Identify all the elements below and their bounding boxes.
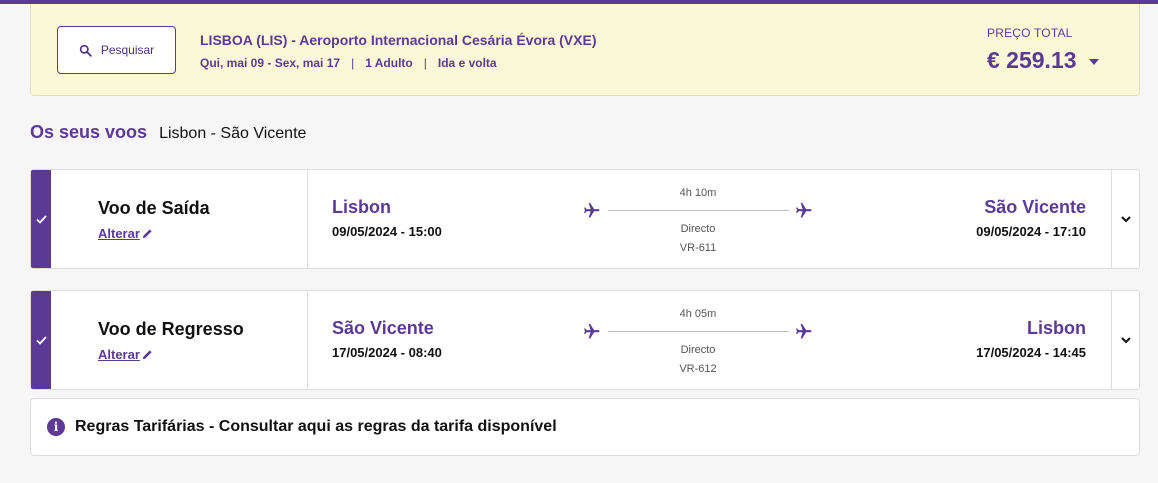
search-button-label: Pesquisar: [100, 43, 155, 57]
total-price-label: PREÇO TOTAL: [987, 26, 1073, 40]
trip-route: LISBOA (LIS) - Aeroporto Internacional C…: [200, 32, 597, 48]
flight-number: VR-611: [679, 242, 717, 254]
trip-summary-panel: Pesquisar LISBOA (LIS) - Aeroporto Inter…: [30, 4, 1140, 96]
trip-dates: Qui, mai 09 - Sex, mai 17: [200, 56, 341, 70]
departure-datetime: 17/05/2024 - 08:40: [332, 345, 442, 360]
leg-title: Voo de Regresso: [98, 319, 244, 339]
arrival-datetime: 17/05/2024 - 14:45: [976, 345, 1086, 360]
trip-type: Ida e volta: [437, 56, 497, 70]
outbound-flight-card: Voo de Saída Alterar Lisbon 09/05/2024 -…: [30, 169, 1140, 269]
selected-indicator: [31, 170, 51, 268]
departure-datetime: 09/05/2024 - 15:00: [332, 224, 442, 239]
divider: [307, 291, 308, 389]
return-flight-card: Voo de Regresso Alterar São Vicente 17/0…: [30, 290, 1140, 390]
trip-meta: Qui, mai 09 - Sex, mai 17 | 1 Adulto | I…: [200, 56, 497, 70]
divider: [1111, 291, 1112, 389]
chevron-down-icon[interactable]: [1120, 334, 1132, 346]
chevron-down-icon[interactable]: [1120, 213, 1132, 225]
route-line: [608, 210, 789, 211]
separator: |: [423, 56, 427, 70]
divider: [1111, 170, 1112, 268]
fare-rules-text: Regras Tarifárias - Consultar aqui as re…: [75, 418, 557, 435]
info-icon: i: [47, 418, 65, 436]
caret-down-icon: [1088, 59, 1099, 65]
plane-departure-icon: [584, 323, 600, 339]
plane-departure-icon: [584, 202, 600, 218]
change-flight-link[interactable]: Alterar: [98, 226, 153, 241]
search-icon: [79, 44, 92, 57]
flight-stops: Directo: [680, 344, 716, 356]
change-label: Alterar: [98, 226, 140, 241]
check-icon: [35, 335, 47, 345]
origin-city: Lisbon: [332, 197, 391, 217]
pencil-icon: [142, 350, 152, 360]
flight-number: VR-612: [679, 363, 717, 375]
total-price-value: € 259.13: [987, 47, 1077, 73]
route-line: [608, 331, 789, 332]
destination-city: Lisbon: [1027, 318, 1086, 338]
change-label: Alterar: [98, 347, 140, 362]
search-button[interactable]: Pesquisar: [57, 26, 176, 74]
leg-title: Voo de Saída: [98, 198, 210, 218]
check-icon: [35, 214, 47, 224]
section-title: Os seus voos: [30, 122, 148, 142]
plane-arrival-icon: [796, 323, 812, 339]
trip-passengers: 1 Adulto: [365, 56, 413, 70]
pencil-icon: [142, 229, 152, 239]
origin-city: São Vicente: [332, 318, 434, 338]
change-flight-link[interactable]: Alterar: [98, 347, 153, 362]
selected-indicator: [31, 291, 51, 389]
fare-rules-link[interactable]: i Regras Tarifárias - Consultar aqui as …: [30, 398, 1140, 456]
flight-stops: Directo: [680, 223, 716, 235]
divider: [307, 170, 308, 268]
destination-city: São Vicente: [984, 197, 1086, 217]
flight-duration: 4h 10m: [679, 187, 717, 199]
plane-arrival-icon: [796, 202, 812, 218]
flight-duration: 4h 05m: [679, 308, 717, 320]
total-price-toggle[interactable]: € 259.13: [987, 47, 1099, 74]
flights-section-heading: Os seus voos Lisbon - São Vicente: [30, 122, 306, 143]
section-route: Lisbon - São Vicente: [159, 125, 307, 142]
separator: |: [351, 56, 355, 70]
arrival-datetime: 09/05/2024 - 17:10: [976, 224, 1086, 239]
